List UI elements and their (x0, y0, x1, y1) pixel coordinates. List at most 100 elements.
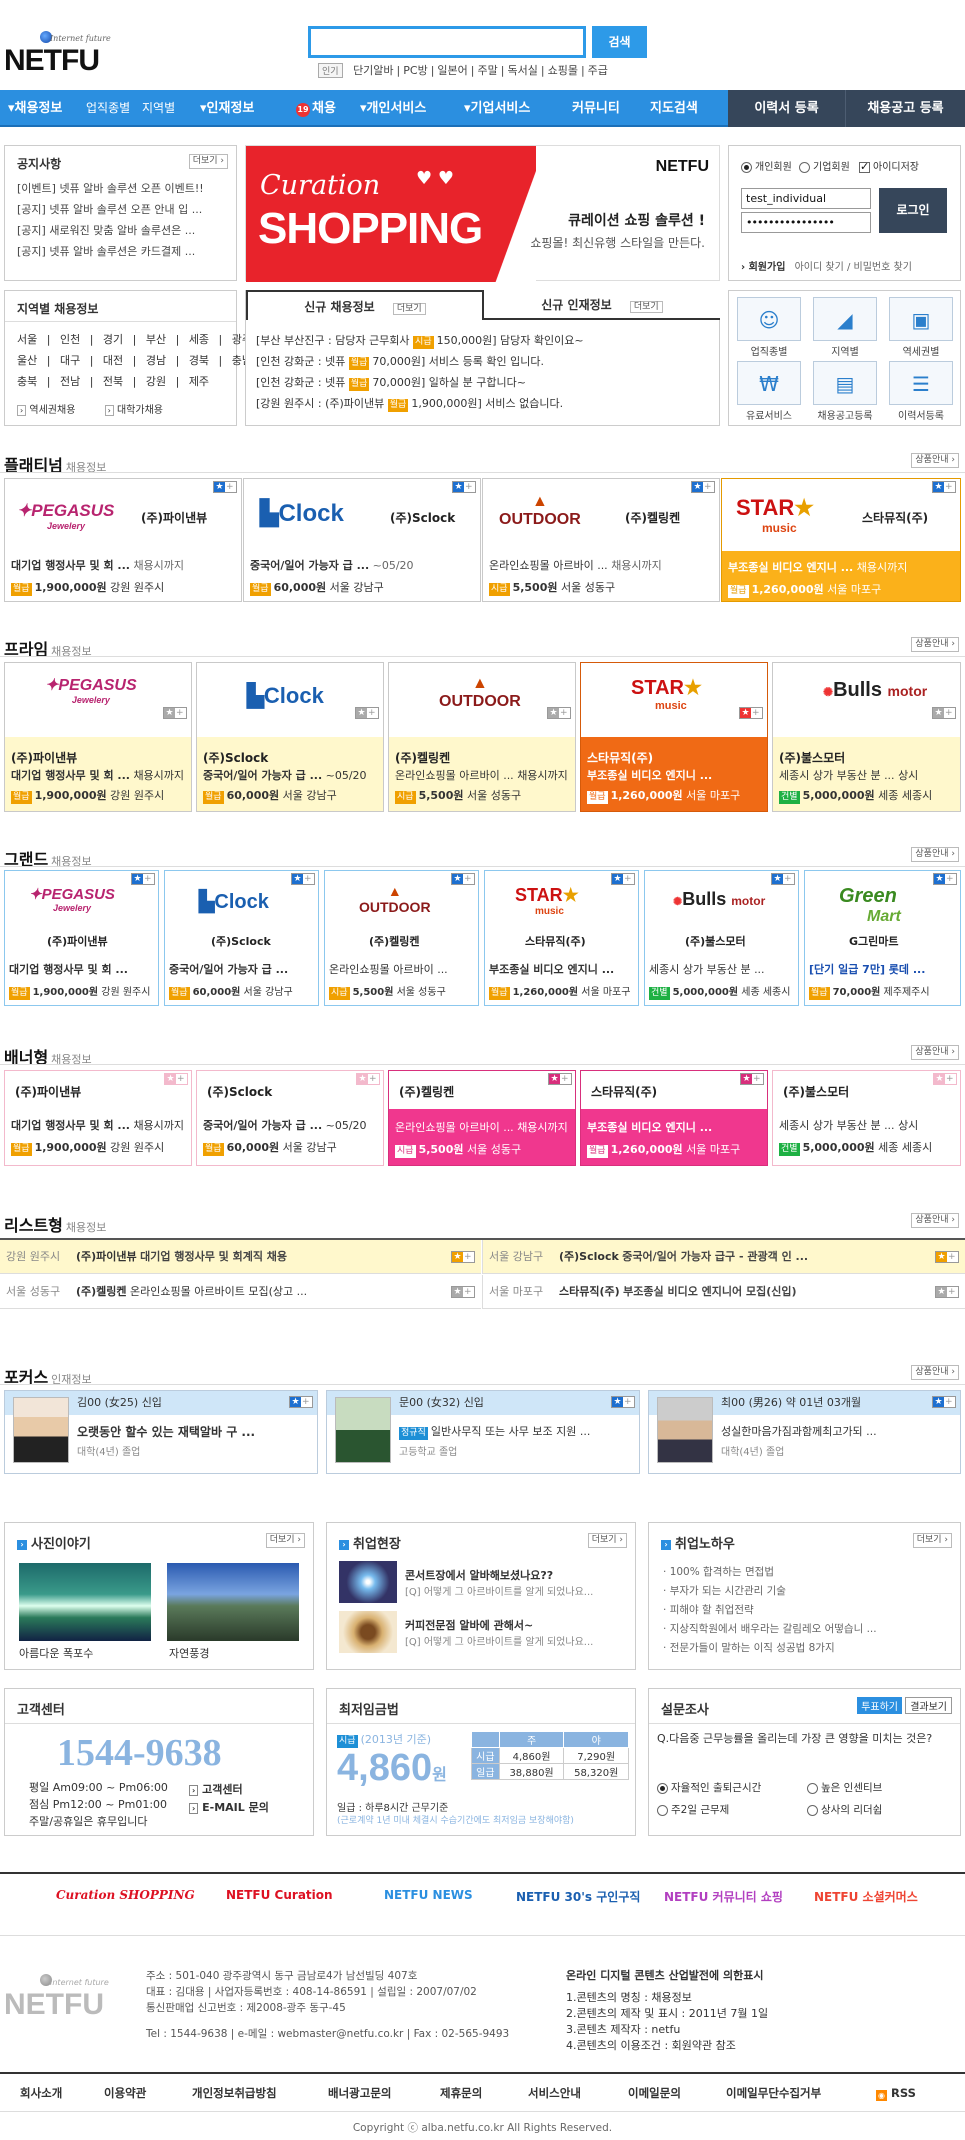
region-link[interactable]: 강원 (146, 375, 166, 388)
focus-card[interactable]: 최00 (男26) 약 01년 03개월 ★ + 성실한마음가짐과함께최고가되 .… (648, 1390, 961, 1474)
prime-guide-button[interactable]: 상품안내 › (911, 637, 959, 652)
resume-register-button[interactable]: 이력서 등록 (728, 90, 846, 127)
list-row[interactable]: 서울 마포구 스타뮤직(주) 부조종실 비디오 엔지니어 모집(신입) ★ + (482, 1275, 965, 1309)
favorite-icon[interactable]: ★ + (935, 1286, 959, 1298)
quick-link-region[interactable]: ◢ 지역별 (813, 297, 877, 358)
field-more-button[interactable]: 더보기 › (587, 1533, 627, 1548)
poll-option[interactable]: 주2일 근무제 (657, 1799, 807, 1821)
notice-item[interactable]: [공지] 넷퓨 알바 솔루션은 카드결제 ... (17, 241, 204, 262)
favorite-icon[interactable]: ★ + (291, 873, 315, 885)
grand-guide-button[interactable]: 상품안내 › (911, 847, 959, 862)
platinum-guide-button[interactable]: 상품안내 › (911, 453, 959, 468)
region-link[interactable]: 경기 (103, 333, 123, 346)
footer-link[interactable]: 회사소개 (20, 2074, 62, 2112)
footer-link[interactable]: 이용약관 (104, 2074, 146, 2112)
cs-email-link[interactable]: › E-MAIL 문의 (189, 1799, 269, 1817)
nav-job-info[interactable]: ▾채용정보 (8, 90, 62, 127)
focus-card[interactable]: 김00 (女25) 신입 ★ + 오랫동안 할수 있는 재택알바 구 ... 대학… (4, 1390, 318, 1474)
favorite-icon[interactable]: ★ + (611, 873, 635, 885)
focus-card[interactable]: 문00 (女32) 신입 ★ + 정규직 일반사무직 또는 사무 보조 지원 ...… (326, 1390, 640, 1474)
favorite-icon[interactable]: ★ + (163, 707, 187, 719)
brand-netfu-community[interactable]: NETFU 커뮤니티 쇼핑 (664, 1888, 783, 1905)
prime-card[interactable]: ▲ OUTDOOR ★ + (주)켈링켄 온라인쇼핑몰 아르바이 ... 채용시까지… (388, 662, 576, 812)
tab-new-talent[interactable]: 신규 인재정보 더보기 (484, 290, 720, 320)
region-link[interactable]: 전남 (60, 375, 80, 388)
grand-card[interactable]: ★ + ✺Bulls motor (주)불스모터 세종시 상가 부동산 분 ...… (644, 870, 799, 1006)
favorite-icon[interactable]: ★ + (289, 1396, 313, 1408)
list-guide-button[interactable]: 상품안내 › (911, 1213, 959, 1228)
brand-netfu-curation[interactable]: NETFU Curation (226, 1888, 333, 1902)
region-link[interactable]: 충북 (17, 375, 37, 388)
knowhow-item[interactable]: · 전문가들이 말하는 이직 성공법 8가지 (663, 1639, 877, 1658)
notice-more-button[interactable]: 더보기 › (188, 154, 228, 169)
favorite-icon[interactable]: ★ + (164, 1073, 188, 1085)
password-input[interactable]: •••••••••••••••• (741, 212, 871, 233)
job-register-button[interactable]: 채용공고 등록 (846, 90, 965, 127)
region-link[interactable]: 대구 (60, 354, 80, 367)
banner-card-highlight[interactable]: ★ + 스타뮤직(주) 부조종실 비디오 엔지니 ... 월급 1,260,000원… (580, 1070, 768, 1166)
favorite-icon[interactable]: ★ + (932, 481, 956, 493)
favorite-icon[interactable]: ★ + (932, 1396, 956, 1408)
favorite-icon[interactable]: ★ + (451, 1286, 475, 1298)
region-link[interactable]: 세종 (189, 333, 209, 346)
quick-link-job-register[interactable]: ▤ 채용공고등록 (813, 361, 877, 422)
favorite-icon[interactable]: ★ + (548, 1073, 572, 1085)
favorite-icon[interactable]: ★ + (771, 873, 795, 885)
grand-card[interactable]: ★ + ✦PEGASUS Jewelery (주)파이낸뷰 대기업 행정사무 및 회… (4, 870, 159, 1006)
nav-by-region[interactable]: 지역별 (142, 90, 175, 127)
prime-card[interactable]: ▙Clock ★ + (주)Sclock 중국어/일어 가능자 급 ... ~05… (196, 662, 384, 812)
login-button[interactable]: 로그인 (879, 188, 947, 233)
quick-link-resume[interactable]: ☰ 이력서등록 (889, 361, 953, 422)
recent-item[interactable]: [부산 부산진구 : 담당자 근무회사 시급 150,000원] 담당자 확인이요… (256, 330, 584, 351)
vote-button[interactable]: 투표하기 (857, 1697, 902, 1714)
quick-link-industry[interactable]: ☺ 업직종별 (737, 297, 801, 358)
notice-item[interactable]: [공지] 새로워진 맞춤 알바 솔루션은 ... (17, 220, 204, 241)
footer-link[interactable]: 서비스안내 (528, 2074, 581, 2112)
keyword-link[interactable]: 쇼핑몰 (548, 64, 578, 77)
nav-personal-service[interactable]: ▾개인서비스 (360, 90, 426, 127)
search-input[interactable] (308, 26, 586, 58)
favorite-icon[interactable]: ★ + (356, 1073, 380, 1085)
banner-guide-button[interactable]: 상품안내 › (911, 1045, 959, 1060)
user-id-input[interactable]: test_individual (741, 188, 871, 209)
coffee-photo[interactable] (339, 1611, 397, 1653)
knowhow-item[interactable]: · 지상직학원에서 배우라는 갈림레오 어떻습니 ... (663, 1620, 877, 1639)
keyword-link[interactable]: 독서실 (507, 64, 537, 77)
photo-more-button[interactable]: 더보기 › (265, 1533, 305, 1548)
footer-link[interactable]: 제휴문의 (440, 2074, 482, 2112)
keyword-link[interactable]: 단기알바 (353, 64, 393, 77)
region-link[interactable]: 서울 (17, 333, 37, 346)
netfu-logo[interactable]: Internet future NETFU (4, 26, 114, 82)
nav-company-service[interactable]: ▾기업서비스 (464, 90, 530, 127)
favorite-icon[interactable]: ★ + (933, 873, 957, 885)
region-link[interactable]: 경북 (189, 354, 209, 367)
keyword-link[interactable]: 주말 (478, 64, 498, 77)
knowhow-more-button[interactable]: 더보기 › (912, 1533, 952, 1548)
banner-card-highlight[interactable]: ★ + (주)켈링켄 온라인쇼핑몰 아르바이 ... 채용시까지 시급 5,500원… (388, 1070, 576, 1166)
favorite-icon[interactable]: ★ + (933, 1073, 957, 1085)
list-row[interactable]: 서울 성동구 (주)켈링켄 온라인쇼핑몰 아르바이트 모집(상고 ... ★ + (0, 1275, 481, 1309)
platinum-card-highlight[interactable]: ★ + STAR★ music 스타뮤직(주) 부조종실 비디오 엔지니 ... 채… (721, 478, 961, 602)
rss-link[interactable]: ◉ RSS (876, 2074, 916, 2112)
keyword-link[interactable]: 주급 (588, 64, 608, 77)
footer-link[interactable]: 배너광고문의 (328, 2074, 391, 2112)
nav-map-search[interactable]: 지도검색 (650, 90, 698, 127)
poll-option[interactable]: 상사의 리더쉽 (807, 1804, 882, 1816)
footer-link[interactable]: 개인정보취급방침 (192, 2074, 277, 2112)
favorite-icon[interactable]: ★ + (739, 707, 763, 719)
recent-item[interactable]: [인천 강화군 : 넷퓨 월급 70,000원] 서비스 등록 확인 입니다. (256, 351, 584, 372)
brand-curation-shopping[interactable]: Curation SHOPPING (56, 1888, 195, 1902)
prime-card-highlight[interactable]: STAR★ music ★ + 스타뮤직(주) 부조종실 비디오 엔지니 ... 월… (580, 662, 768, 812)
region-link[interactable]: 전북 (103, 375, 123, 388)
brand-netfu-social[interactable]: NETFU 소셜커머스 (814, 1888, 918, 1905)
keyword-link[interactable]: 일본어 (437, 64, 467, 77)
nav-by-industry[interactable]: 업직종별 (86, 90, 130, 127)
favorite-icon[interactable]: ★ + (451, 873, 475, 885)
favorite-icon[interactable]: ★ + (451, 1251, 475, 1263)
grand-card[interactable]: ★ + Green Mart G그린마트 [단기 일급 7만] 롯데 ... 월급 7… (804, 870, 961, 1006)
favorite-icon[interactable]: ★ + (935, 1251, 959, 1263)
find-account-link[interactable]: 아이디 찾기 / 비밀번호 찾기 (795, 262, 912, 273)
favorite-icon[interactable]: ★ + (611, 1396, 635, 1408)
region-link[interactable]: 대전 (103, 354, 123, 367)
favorite-icon[interactable]: ★ + (740, 1073, 764, 1085)
